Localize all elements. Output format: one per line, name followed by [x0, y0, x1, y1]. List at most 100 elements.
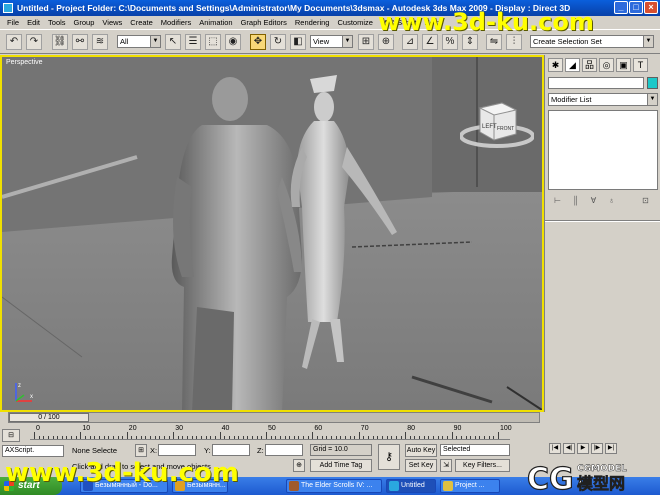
ruler-minor-tick	[261, 436, 263, 439]
menu-tools[interactable]: Tools	[44, 18, 70, 27]
ruler-minor-tick	[177, 436, 179, 439]
bind-space-warp-icon[interactable]: ≋	[92, 34, 108, 50]
track-bar[interactable]: 0 10 20 30 40 50 60 70 80 90 100	[30, 425, 512, 440]
time-slider-thumb[interactable]: 0 / 100	[9, 413, 89, 422]
ruler-minor-tick	[201, 436, 203, 439]
object-name-field[interactable]	[548, 77, 644, 89]
configure-modifier-sets-icon[interactable]: ⊡	[639, 195, 652, 207]
pivot-center-icon[interactable]: ⊞	[358, 34, 374, 50]
ruler-minor-tick	[247, 436, 249, 439]
go-to-start-icon[interactable]: |◀	[549, 443, 561, 454]
menu-rendering[interactable]: Rendering	[291, 18, 334, 27]
link-icon[interactable]: ⛓	[52, 34, 68, 50]
key-filters-button[interactable]: Key Filters...	[455, 459, 510, 472]
set-key-filter-icon[interactable]: ⇲	[440, 459, 452, 472]
display-tab-icon[interactable]: ▣	[616, 58, 631, 72]
snaps-toggle-icon[interactable]: ⊿	[402, 34, 418, 50]
ruler-minor-tick	[47, 436, 49, 439]
selection-filter-dropdown[interactable]: All ▼	[117, 35, 161, 48]
percent-snap-icon[interactable]: %	[442, 34, 458, 50]
modifier-stack[interactable]	[548, 110, 658, 190]
create-tab-icon[interactable]: ✱	[548, 58, 563, 72]
viewport-label[interactable]: Perspective	[6, 59, 43, 66]
undo-icon[interactable]: ↶	[6, 34, 22, 50]
menu-file[interactable]: File	[3, 18, 23, 27]
remove-modifier-icon[interactable]: ♁	[605, 195, 618, 207]
timeline-icon[interactable]: ⊟	[2, 429, 20, 442]
menu-edit[interactable]: Edit	[23, 18, 44, 27]
object-color-swatch[interactable]	[647, 77, 658, 89]
menu-customize[interactable]: Customize	[333, 18, 376, 27]
menu-animation[interactable]: Animation	[195, 18, 236, 27]
ruler-minor-tick	[112, 436, 114, 439]
key-icon[interactable]: ⚷	[378, 444, 400, 470]
y-coordinate-field[interactable]	[212, 444, 250, 456]
ruler-minor-tick	[395, 436, 397, 439]
modifier-list-dropdown[interactable]: Modifier List ▼	[548, 93, 658, 106]
named-selection-dropdown[interactable]: Create Selection Set ▼	[530, 35, 654, 48]
select-manipulate-icon[interactable]: ⊕	[378, 34, 394, 50]
viewcube[interactable]: LEFT FRONT	[459, 100, 535, 152]
ruler-minor-tick	[330, 436, 332, 439]
viewport-axis-tripod: z x	[10, 377, 40, 409]
go-to-end-icon[interactable]: ▶|	[605, 443, 617, 454]
chevron-down-icon: ▼	[342, 36, 352, 47]
menu-views[interactable]: Views	[98, 18, 126, 27]
utilities-tab-icon[interactable]: T	[633, 58, 648, 72]
next-frame-icon[interactable]: |▶	[591, 443, 603, 454]
reference-coordinate-dropdown[interactable]: View ▼	[310, 35, 353, 48]
lock-selection-icon[interactable]: ⊞	[135, 444, 147, 457]
angle-snap-icon[interactable]: ∠	[422, 34, 438, 50]
add-time-tag-button[interactable]: Add Time Tag	[310, 459, 372, 472]
x-coordinate-field[interactable]	[158, 444, 196, 456]
ruler-minor-tick	[423, 436, 425, 439]
ruler-tick	[34, 432, 35, 439]
taskbar-item-label: Untitled	[401, 482, 425, 489]
ruler-tick-label: 20	[128, 425, 137, 432]
ruler-tick-label: 70	[360, 425, 369, 432]
rectangular-selection-icon[interactable]: ⬚	[205, 34, 221, 50]
ruler-tick-label: 80	[407, 425, 415, 432]
maximize-button[interactable]: □	[629, 1, 643, 14]
select-and-move-icon[interactable]: ✥	[250, 34, 266, 50]
play-icon[interactable]: ▶	[577, 443, 589, 454]
taskbar-item-project[interactable]: Project ...	[440, 479, 500, 493]
maxscript-listener[interactable]: AXScript.	[2, 445, 64, 457]
redo-icon[interactable]: ↷	[26, 34, 42, 50]
show-end-result-icon[interactable]: ║	[569, 195, 582, 207]
align-icon[interactable]: ⫶	[506, 34, 522, 50]
select-and-rotate-icon[interactable]: ↻	[270, 34, 286, 50]
close-button[interactable]: ×	[644, 1, 658, 14]
previous-frame-icon[interactable]: ◀|	[563, 443, 575, 454]
perspective-viewport[interactable]: Perspective LEFT FRONT z x	[0, 55, 544, 412]
set-key-button[interactable]: Set Key	[405, 459, 437, 472]
ruler-minor-tick	[71, 436, 73, 439]
select-object-icon[interactable]: ↖	[165, 34, 181, 50]
make-unique-icon[interactable]: ∀	[587, 195, 600, 207]
time-tag-icon[interactable]: ⊕	[293, 459, 305, 472]
ruler-tick	[173, 432, 175, 439]
motion-tab-icon[interactable]: ◎	[599, 58, 614, 72]
watermark-bottom: www.3d-ku.com	[5, 458, 239, 488]
select-and-scale-icon[interactable]: ◧	[290, 34, 306, 50]
unlink-icon[interactable]: ⚯	[72, 34, 88, 50]
z-coordinate-field[interactable]	[265, 444, 303, 456]
key-mode-dropdown[interactable]: Selected	[440, 444, 510, 456]
mirror-icon[interactable]: ⇋	[486, 34, 502, 50]
pin-stack-icon[interactable]: ⊢	[551, 195, 564, 207]
hierarchy-tab-icon[interactable]: 品	[582, 58, 597, 72]
menu-group[interactable]: Group	[70, 18, 99, 27]
modify-tab-icon[interactable]: ◢	[565, 58, 580, 72]
menu-graph-editors[interactable]: Graph Editors	[237, 18, 291, 27]
ruler-minor-tick	[433, 436, 435, 439]
minimize-button[interactable]: _	[614, 1, 628, 14]
auto-key-button[interactable]: Auto Key	[405, 444, 437, 457]
window-crossing-icon[interactable]: ◉	[225, 34, 241, 50]
spinner-snap-icon[interactable]: ⇕	[462, 34, 478, 50]
menu-create[interactable]: Create	[126, 18, 157, 27]
taskbar-item-oblivion[interactable]: The Elder Scrolls IV: ...	[286, 479, 382, 493]
taskbar-item-3dsmax[interactable]: Untitled	[386, 479, 436, 493]
select-by-name-icon[interactable]: ☰	[185, 34, 201, 50]
time-slider[interactable]: 0 / 100	[8, 412, 540, 423]
menu-modifiers[interactable]: Modifiers	[157, 18, 195, 27]
